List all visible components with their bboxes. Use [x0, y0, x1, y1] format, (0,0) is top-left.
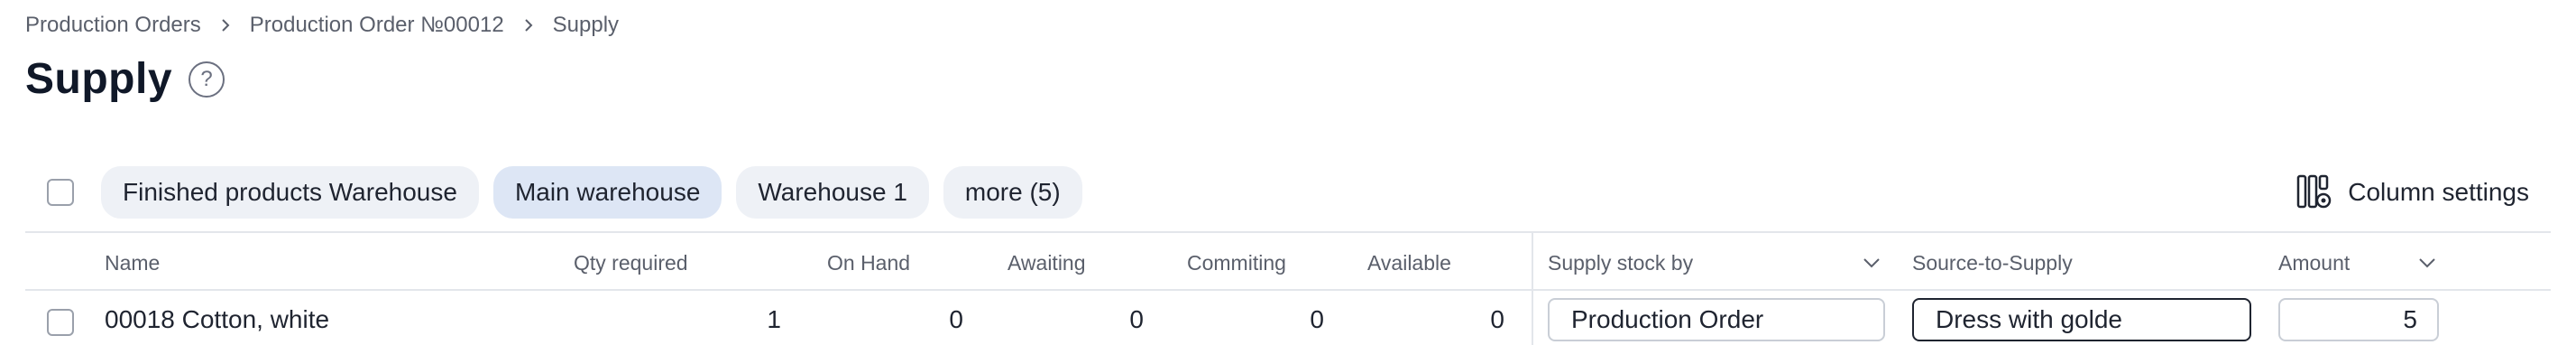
table-top-divider [25, 231, 2551, 233]
header-available[interactable]: Available [1367, 251, 1451, 275]
cell-on-hand: 0 [949, 305, 963, 333]
amount-value: 5 [2403, 305, 2417, 333]
title-row: Supply ? [25, 54, 225, 104]
cell-available: 0 [1490, 305, 1504, 333]
chevron-down-icon[interactable] [2417, 253, 2437, 273]
breadcrumb-production-orders[interactable]: Production Orders [25, 13, 201, 38]
header-supply-stock-by[interactable]: Supply stock by [1548, 251, 1693, 275]
chevron-right-icon [222, 19, 230, 32]
breadcrumb-production-order[interactable]: Production Order №00012 [250, 13, 504, 38]
supply-stock-by-value: Production Order [1571, 305, 1764, 333]
row-checkbox[interactable] [47, 309, 74, 336]
breadcrumb-current: Supply [552, 13, 620, 37]
column-settings-label: Column settings [2348, 178, 2529, 206]
table-header-divider [25, 289, 2551, 291]
source-to-supply-input[interactable]: Dress with golde [1912, 298, 2251, 341]
breadcrumb: Production Orders Production Order №0001… [25, 13, 619, 38]
cell-name: 00018 Cotton, white [105, 305, 330, 333]
cell-awaiting: 0 [1129, 305, 1144, 333]
chevron-down-icon[interactable] [1862, 253, 1881, 273]
header-awaiting[interactable]: Awaiting [1007, 251, 1086, 275]
chip-warehouse-1[interactable]: Warehouse 1 [736, 166, 929, 219]
column-settings-button[interactable]: Column settings [2295, 166, 2529, 219]
warehouse-filter-chips: Finished products Warehouse Main warehou… [101, 166, 1082, 219]
amount-input[interactable]: 5 [2278, 298, 2439, 341]
help-icon[interactable]: ? [189, 61, 225, 98]
filter-row: Finished products Warehouse Main warehou… [0, 166, 2576, 222]
column-group-divider [1532, 231, 1533, 345]
select-all-checkbox[interactable] [47, 179, 74, 206]
supply-stock-by-select[interactable]: Production Order [1548, 298, 1885, 341]
source-to-supply-value: Dress with golde [1936, 305, 2122, 333]
header-source-to-supply[interactable]: Source-to-Supply [1912, 251, 2073, 275]
cell-commiting: 0 [1310, 305, 1324, 333]
cell-qty-required: 1 [767, 305, 781, 333]
column-settings-icon [2296, 174, 2332, 209]
header-qty-required[interactable]: Qty required [574, 251, 688, 275]
header-on-hand[interactable]: On Hand [827, 251, 910, 275]
page-title: Supply [25, 55, 173, 103]
chip-finished-products-warehouse[interactable]: Finished products Warehouse [101, 166, 479, 219]
header-name[interactable]: Name [105, 251, 160, 275]
chip-more[interactable]: more (5) [943, 166, 1082, 219]
chevron-right-icon [524, 19, 533, 32]
header-amount[interactable]: Amount [2278, 251, 2350, 275]
header-commiting[interactable]: Commiting [1187, 251, 1286, 275]
chip-main-warehouse[interactable]: Main warehouse [492, 166, 722, 219]
